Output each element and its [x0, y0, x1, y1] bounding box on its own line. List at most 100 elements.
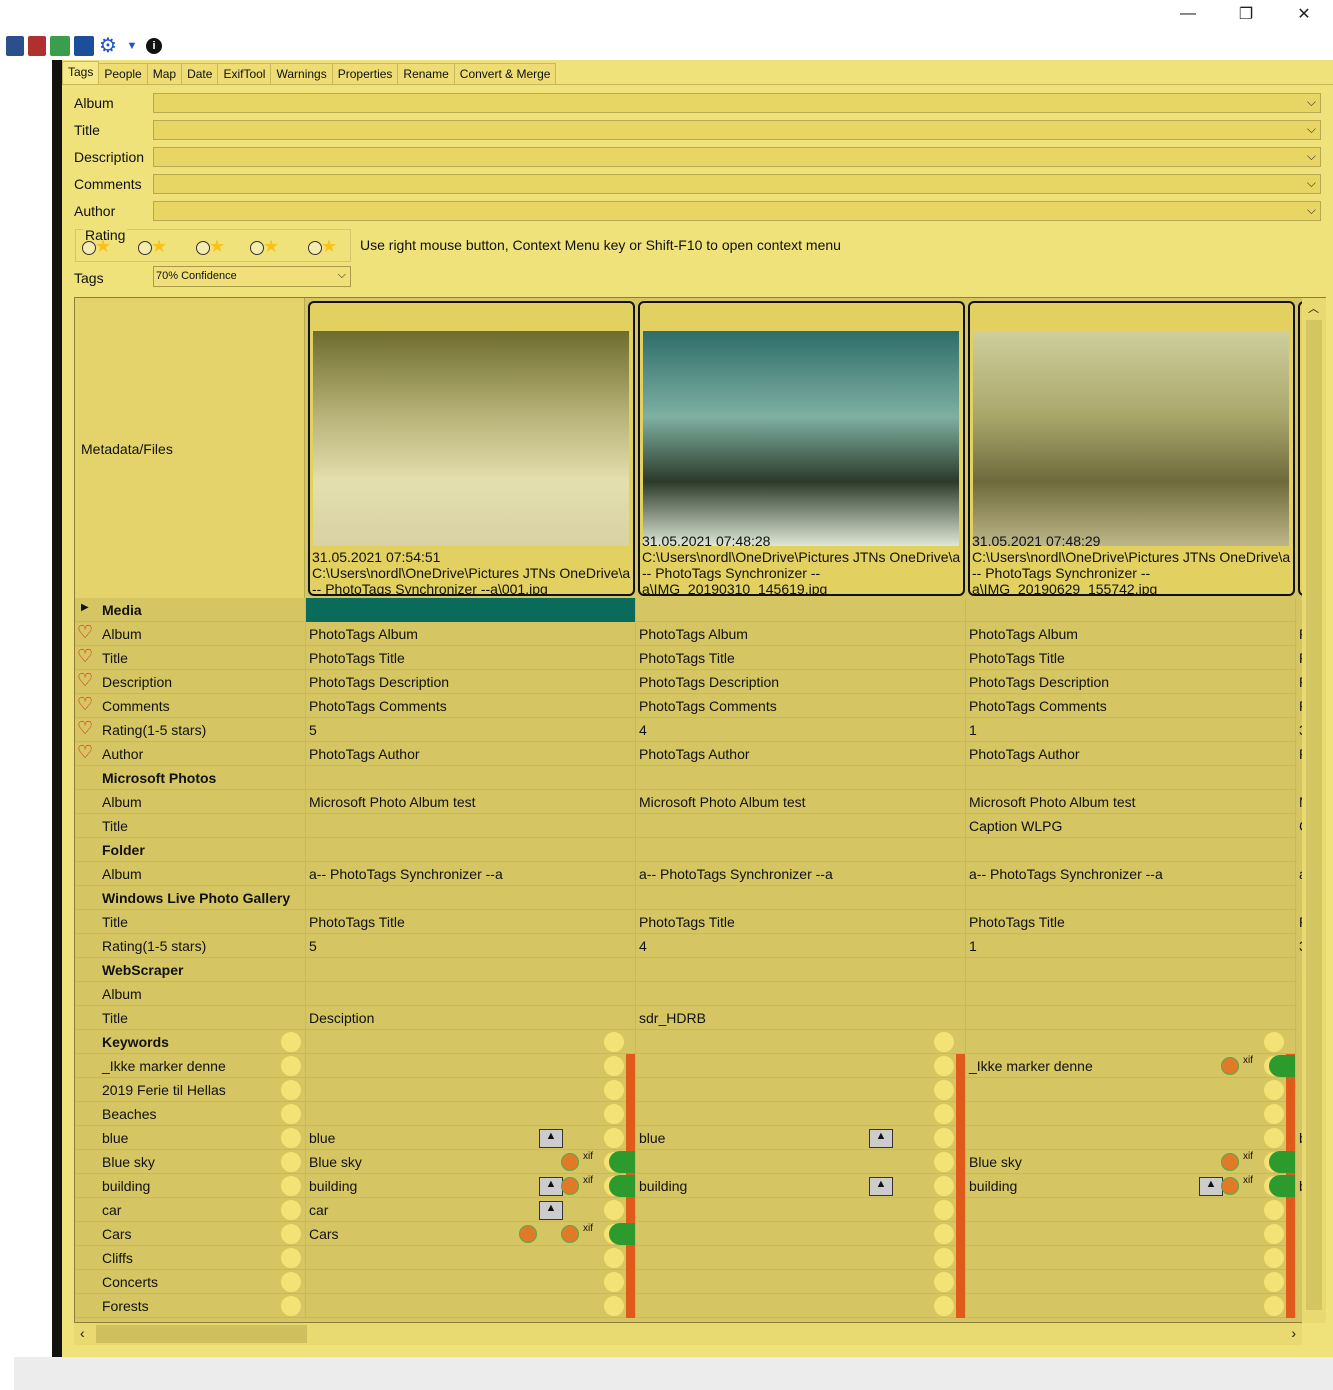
table-row[interactable]: blueblueblueb — [75, 1126, 1305, 1150]
table-cell[interactable] — [965, 1246, 1295, 1270]
toggle-circle-icon[interactable] — [933, 1175, 955, 1197]
table-cell[interactable]: PhotoTags Album — [965, 622, 1295, 646]
table-cell[interactable] — [635, 1102, 965, 1126]
gear-icon[interactable]: ⚙ — [98, 35, 118, 57]
rating-5-radio[interactable]: ★ — [308, 236, 348, 257]
table-cell[interactable] — [965, 958, 1295, 982]
table-cell[interactable]: blue — [635, 1126, 965, 1150]
panel-left-icon[interactable] — [6, 35, 24, 56]
toggle-circle-icon[interactable] — [933, 1031, 955, 1053]
table-cell[interactable] — [965, 1102, 1295, 1126]
table-row[interactable]: TitleCaption WLPGC — [75, 814, 1305, 838]
table-row[interactable]: buildingbuildingbuildingbuildingb — [75, 1174, 1305, 1198]
exif-toggle-icon[interactable] — [1269, 1151, 1295, 1173]
table-cell[interactable]: 4 — [635, 718, 965, 742]
table-cell[interactable]: a-- PhotoTags Synchronizer --a — [965, 862, 1295, 886]
close-button[interactable]: ✕ — [1275, 0, 1333, 28]
table-cell[interactable]: 4 — [635, 934, 965, 958]
toggle-circle-icon[interactable] — [1263, 1199, 1285, 1221]
table-row[interactable]: car car — [75, 1198, 1297, 1222]
table-cell[interactable]: PhotoTags Comments — [305, 694, 635, 718]
toggle-circle-icon[interactable] — [280, 1223, 302, 1245]
table-cell[interactable] — [305, 766, 635, 790]
table-row[interactable]: Keywords — [75, 1030, 1297, 1054]
toggle-circle-icon[interactable] — [933, 1127, 955, 1149]
table-row[interactable]: ♡ Comments PhotoTags Comments PhotoTags Com… — [75, 694, 1305, 718]
toggle-circle-icon[interactable] — [1263, 1271, 1285, 1293]
tab-tags[interactable]: Tags — [62, 61, 100, 84]
toggle-circle-icon[interactable] — [1263, 1295, 1285, 1317]
table-row[interactable]: ♡ Description PhotoTags Description PhotoTa… — [75, 670, 1305, 694]
toggle-circle-icon[interactable] — [1263, 1127, 1285, 1149]
toggle-circle-icon[interactable] — [603, 1031, 625, 1053]
table-row[interactable]: Rating(1-5 stars)5413 — [75, 934, 1305, 958]
exif-toggle-icon[interactable] — [1269, 1175, 1295, 1197]
table-cell[interactable] — [305, 1078, 635, 1102]
table-cell[interactable] — [635, 1270, 965, 1294]
toggle-circle-icon[interactable] — [933, 1295, 955, 1317]
table-cell[interactable] — [965, 886, 1295, 910]
heart-icon[interactable]: ♡ — [77, 743, 93, 761]
toggle-circle-icon[interactable] — [603, 1055, 625, 1077]
vertical-scroll-thumb[interactable] — [1306, 320, 1322, 1310]
table-cell[interactable] — [965, 1078, 1295, 1102]
scroll-up-icon[interactable]: ︿ — [1308, 300, 1319, 316]
toggle-circle-icon[interactable] — [280, 1127, 302, 1149]
table-row[interactable]: Windows Live Photo Gallery — [75, 886, 1297, 910]
table-cell[interactable] — [635, 1054, 965, 1078]
table-cell[interactable]: 5 — [305, 718, 635, 742]
tab-people[interactable]: People — [98, 63, 148, 84]
table-cell[interactable] — [305, 1246, 635, 1270]
toggle-circle-icon[interactable] — [603, 1103, 625, 1125]
heart-icon[interactable]: ♡ — [77, 647, 93, 665]
rating-1-radio[interactable]: ★ — [82, 236, 122, 257]
heart-icon[interactable]: ♡ — [77, 671, 93, 689]
table-row[interactable]: ♡Rating(1-5 stars)5413 — [75, 718, 1305, 742]
heart-icon[interactable]: ♡ — [77, 623, 93, 641]
table-cell[interactable] — [305, 1102, 635, 1126]
toggle-circle-icon[interactable] — [933, 1271, 955, 1293]
rating-4-radio[interactable]: ★ — [250, 236, 290, 257]
table-row[interactable]: ♡ Title PhotoTags Title PhotoTags Title Phot… — [75, 646, 1305, 670]
toggle-circle-icon[interactable] — [1263, 1103, 1285, 1125]
expand-arrow-icon[interactable]: ▶ — [81, 602, 89, 613]
toggle-circle-icon[interactable] — [280, 1055, 302, 1077]
table-cell[interactable]: 5 — [305, 934, 635, 958]
table-row[interactable]: Album — [75, 982, 1297, 1006]
table-row[interactable]: Cars Cars — [75, 1222, 1297, 1246]
toggle-circle-icon[interactable] — [933, 1103, 955, 1125]
panel-split-icon[interactable] — [28, 35, 46, 56]
toggle-circle-icon[interactable] — [603, 1295, 625, 1317]
table-row[interactable]: Album a-- PhotoTags Synchronizer --a a-- P… — [75, 862, 1305, 886]
table-cell[interactable]: sdr_HDRB — [635, 1006, 965, 1030]
table-cell[interactable] — [965, 982, 1295, 1006]
toggle-circle-icon[interactable] — [280, 1151, 302, 1173]
table-cell[interactable]: Caption WLPG — [965, 814, 1295, 838]
album-combo[interactable]: ⌵ — [153, 93, 1321, 113]
table-cell[interactable]: a-- PhotoTags Synchronizer --a — [635, 862, 965, 886]
info-icon[interactable]: i — [146, 37, 162, 54]
toggle-circle-icon[interactable] — [280, 1271, 302, 1293]
table-cell[interactable]: car — [305, 1198, 635, 1222]
toggle-circle-icon[interactable] — [603, 1247, 625, 1269]
toggle-circle-icon[interactable] — [1263, 1247, 1285, 1269]
exif-toggle-icon[interactable] — [1269, 1055, 1295, 1077]
confidence-select[interactable]: 70% Confidence ⌵ — [153, 266, 351, 287]
table-cell[interactable] — [635, 958, 965, 982]
table-cell[interactable]: PhotoTags Title — [635, 910, 965, 934]
table-cell[interactable]: PhotoTags Album — [635, 622, 965, 646]
table-cell[interactable] — [635, 982, 965, 1006]
table-cell[interactable]: PhotoTags Comments — [965, 694, 1295, 718]
table-cell[interactable] — [635, 886, 965, 910]
table-row[interactable]: Cliffs — [75, 1246, 1297, 1270]
table-cell[interactable] — [305, 958, 635, 982]
table-row[interactable]: ♡ Album PhotoTags Album PhotoTags Album Phot… — [75, 622, 1305, 646]
table-cell[interactable] — [965, 1126, 1295, 1150]
table-cell[interactable]: PhotoTags Description — [965, 670, 1295, 694]
html-icon[interactable]: ▼ — [122, 36, 142, 56]
table-cell[interactable]: PhotoTags Author — [965, 742, 1295, 766]
table-row[interactable]: 2019 Ferie til Hellas — [75, 1078, 1297, 1102]
save-icon[interactable] — [74, 35, 94, 56]
table-cell[interactable]: PhotoTags Title — [965, 910, 1295, 934]
exif-toggle-icon[interactable] — [609, 1223, 635, 1245]
